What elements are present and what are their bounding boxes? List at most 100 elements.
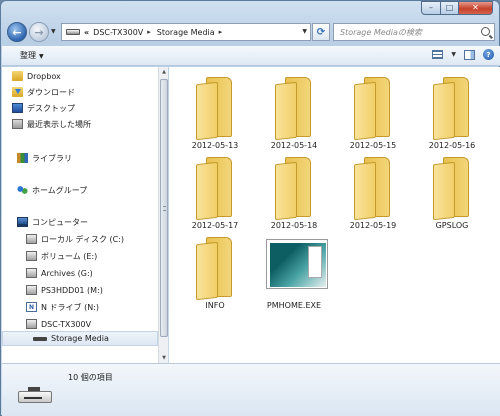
recent-places-icon	[12, 119, 23, 129]
nav-item-homegroup[interactable]: ホームグループ	[8, 183, 87, 197]
nav-item-label: PS3HDD01 (M:)	[41, 285, 103, 295]
nav-item-label: 最近表示した場所	[27, 119, 91, 129]
removable-storage-icon	[18, 387, 54, 405]
exe-thumbnail-icon	[266, 239, 328, 289]
storage-media-icon	[33, 336, 47, 341]
navigation-pane: Dropbox ダウンロード デスクトップ 最近表示した場所 ライブラリ ホーム…	[2, 67, 158, 363]
address-bar[interactable]: « DSC-TX300V ▸ Storage Media ▸ ▼	[61, 23, 311, 41]
scroll-down-arrow-icon[interactable]: ▼	[159, 353, 169, 363]
nav-item-label: Dropbox	[27, 71, 61, 81]
navigation-pane-scrollbar[interactable]: ▲ ▼	[158, 67, 168, 363]
caption-buttons: – □ ✕	[421, 1, 493, 15]
nav-item-storage-media[interactable]: Storage Media	[2, 331, 158, 346]
nav-item-libraries[interactable]: ライブラリ	[8, 151, 72, 165]
help-icon[interactable]: ?	[483, 49, 494, 60]
folder-icon	[196, 157, 234, 221]
minimize-button[interactable]: –	[421, 1, 441, 15]
breadcrumb-storage-media[interactable]: Storage Media	[157, 28, 215, 37]
nav-item-drive-c[interactable]: ローカル ディスク (C:)	[26, 232, 124, 246]
libraries-icon	[17, 153, 28, 163]
command-bar: 整理 ▼ ▼ ?	[2, 46, 500, 66]
item-count: 10 個の項目	[68, 373, 113, 382]
folder-name: 2012-05-15	[349, 141, 397, 150]
folder-name: GPSLOG	[435, 221, 469, 230]
command-bar-right: ▼ ?	[432, 49, 494, 60]
search-icon[interactable]	[481, 27, 490, 36]
camera-device-icon	[26, 319, 37, 329]
forward-button[interactable]: →	[29, 22, 49, 42]
back-button[interactable]: ←	[7, 22, 27, 42]
preview-pane-icon[interactable]	[464, 49, 475, 60]
scrollbar-thumb[interactable]	[160, 79, 168, 337]
nav-item-drive-n[interactable]: N N ドライブ (N:)	[26, 300, 99, 314]
nav-item-drive-m[interactable]: PS3HDD01 (M:)	[26, 283, 103, 297]
view-dropdown-icon[interactable]: ▼	[451, 51, 456, 58]
folder-name: 2012-05-14	[270, 141, 318, 150]
address-overflow[interactable]: «	[84, 28, 89, 37]
folder-tile[interactable]: 2012-05-17	[177, 151, 253, 233]
nav-item-label: ローカル ディスク (C:)	[41, 234, 125, 244]
nav-item-drive-g[interactable]: Archives (G:)	[26, 266, 93, 280]
nav-item-label: N ドライブ (N:)	[41, 302, 99, 312]
scroll-up-arrow-icon[interactable]: ▲	[159, 67, 169, 77]
nav-item-recent-places[interactable]: 最近表示した場所	[12, 117, 91, 131]
folder-icon	[275, 77, 313, 141]
folder-tile[interactable]: GPSLOG	[414, 151, 490, 233]
folder-name: 2012-05-16	[428, 141, 476, 150]
nav-item-desktop[interactable]: デスクトップ	[12, 101, 75, 115]
change-view-icon[interactable]	[432, 50, 444, 59]
folder-name: 2012-05-19	[349, 221, 397, 230]
nav-item-downloads[interactable]: ダウンロード	[12, 85, 75, 99]
search-placeholder: Storage Mediaの検索	[340, 27, 422, 37]
folder-tile[interactable]: 2012-05-18	[256, 151, 332, 233]
explorer-window: – □ ✕ ← → ▼ « DSC-TX300V ▸ Storage Media…	[0, 0, 500, 416]
hard-drive-icon	[26, 285, 37, 295]
organize-button[interactable]: 整理 ▼	[20, 50, 44, 61]
chevron-down-icon: ▼	[39, 53, 44, 60]
recent-pages-dropdown[interactable]: ▼	[51, 28, 56, 35]
refresh-button[interactable]: ⟳	[312, 23, 330, 41]
folder-icon	[354, 77, 392, 141]
removable-drive-icon	[66, 29, 80, 35]
search-input[interactable]: Storage Mediaの検索	[333, 23, 495, 41]
nav-item-label: ダウンロード	[27, 87, 75, 97]
folder-tile[interactable]: 2012-05-15	[335, 71, 411, 153]
nav-item-computer[interactable]: コンピューター	[8, 215, 88, 229]
dropbox-folder-icon	[12, 71, 23, 81]
folder-icon	[275, 157, 313, 221]
folder-tile[interactable]: 2012-05-16	[414, 71, 490, 153]
maximize-button[interactable]: □	[441, 1, 459, 15]
hard-drive-icon	[26, 251, 37, 261]
thumb-grip	[163, 206, 166, 211]
file-list: 2012-05-13 2012-05-14 2012-05-15 2012-05…	[169, 67, 500, 363]
folder-icon	[196, 77, 234, 141]
nav-item-label: Archives (G:)	[41, 268, 93, 278]
folder-tile[interactable]: INFO	[177, 231, 253, 313]
folder-name: 2012-05-13	[191, 141, 239, 150]
system-drive-icon	[26, 234, 37, 244]
hard-drive-icon	[26, 268, 37, 278]
breadcrumb-dsc-tx300v[interactable]: DSC-TX300V	[93, 28, 143, 37]
navigation-bar: ← → ▼ « DSC-TX300V ▸ Storage Media ▸ ▼ ⟳…	[5, 20, 497, 44]
nav-item-label: ホームグループ	[32, 185, 88, 195]
folder-name: 2012-05-17	[191, 221, 239, 230]
nav-item-label: デスクトップ	[27, 103, 75, 113]
nav-item-dropbox[interactable]: Dropbox	[12, 69, 61, 83]
folder-icon	[433, 157, 471, 221]
close-button[interactable]: ✕	[459, 1, 493, 15]
nav-item-label: ライブラリ	[32, 153, 72, 163]
downloads-folder-icon	[12, 87, 23, 97]
homegroup-icon	[17, 185, 28, 195]
desktop-icon	[12, 103, 23, 113]
folder-tile[interactable]: 2012-05-14	[256, 71, 332, 153]
nav-item-dsc-tx300v[interactable]: DSC-TX300V	[26, 317, 91, 331]
folder-tile[interactable]: 2012-05-19	[335, 151, 411, 233]
folder-tile[interactable]: 2012-05-13	[177, 71, 253, 153]
folder-icon	[354, 157, 392, 221]
breadcrumb-separator-icon[interactable]: ▸	[219, 28, 223, 36]
file-tile[interactable]: PMHOME.EXE	[256, 231, 332, 313]
address-history-dropdown[interactable]: ▼	[302, 28, 307, 35]
breadcrumb-separator-icon[interactable]: ▸	[147, 28, 151, 36]
nav-item-drive-e[interactable]: ボリューム (E:)	[26, 249, 97, 263]
nav-item-label: ボリューム (E:)	[41, 251, 98, 261]
